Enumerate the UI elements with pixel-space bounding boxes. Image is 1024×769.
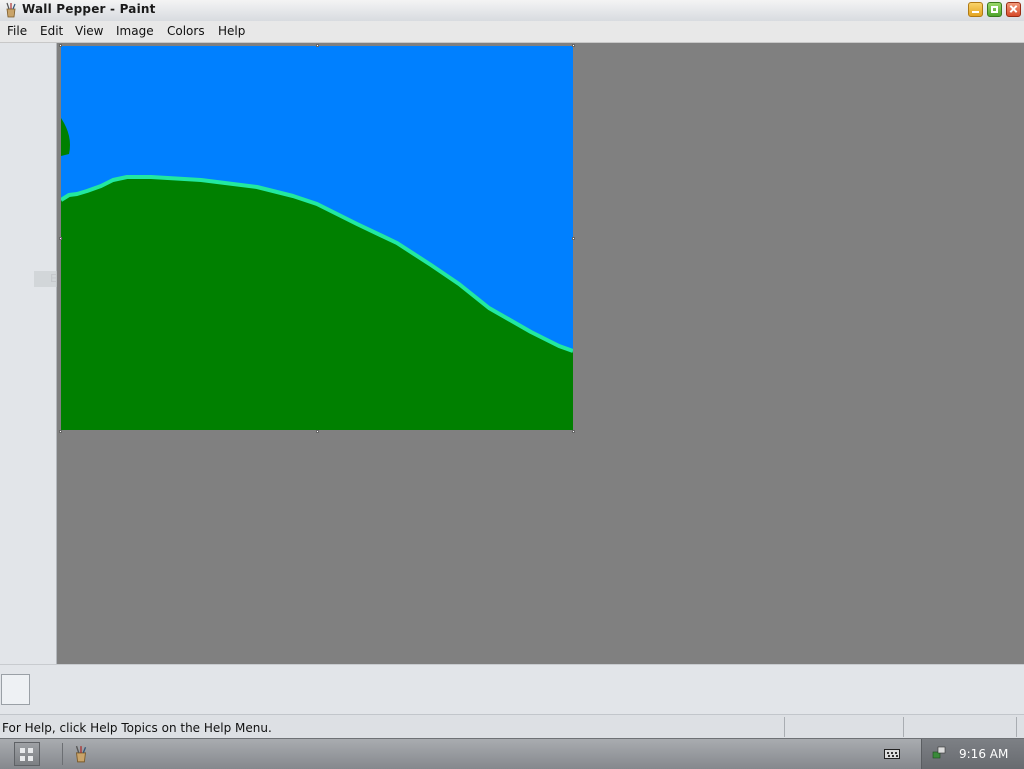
menu-bar: File Edit View Image Colors Help (0, 21, 1024, 43)
status-divider (784, 717, 785, 737)
resize-handle[interactable] (316, 430, 319, 433)
current-color-swatch[interactable] (1, 674, 30, 705)
menu-edit[interactable]: Edit (40, 24, 63, 38)
status-divider (1016, 717, 1017, 737)
system-tray: 9:16 AM (921, 739, 1024, 769)
clock[interactable]: 9:16 AM (959, 747, 1008, 761)
resize-handle[interactable] (572, 237, 575, 240)
resize-handle[interactable] (59, 237, 62, 240)
title-bar[interactable]: Wall Pepper - Paint (0, 0, 1024, 22)
start-grid-icon (20, 748, 25, 753)
status-bar: For Help, click Help Topics on the Help … (0, 714, 1024, 739)
menu-file[interactable]: File (7, 24, 27, 38)
minimize-button[interactable] (968, 2, 983, 17)
resize-handle[interactable] (572, 430, 575, 433)
minimize-icon (972, 11, 979, 13)
close-button[interactable] (1006, 2, 1021, 17)
resize-handle[interactable] (316, 44, 319, 47)
menu-help[interactable]: Help (218, 24, 245, 38)
taskbar-divider (62, 743, 63, 765)
menu-view[interactable]: View (75, 24, 103, 38)
network-icon[interactable] (932, 746, 946, 760)
taskbar: 9:16 AM (0, 738, 1024, 769)
keyboard-icon[interactable] (884, 749, 900, 759)
drawing-canvas[interactable] (61, 46, 573, 430)
start-button[interactable] (14, 742, 40, 766)
color-box (0, 664, 1024, 715)
paint-task-button[interactable] (72, 745, 90, 763)
paint-brush-cup-icon (6, 2, 16, 18)
workspace-area[interactable] (57, 43, 1024, 664)
window-title: Wall Pepper - Paint (22, 2, 156, 16)
canvas-drawing (61, 46, 573, 430)
menu-image[interactable]: Image (116, 24, 154, 38)
status-help-text: For Help, click Help Topics on the Help … (2, 721, 272, 735)
resize-handle[interactable] (59, 430, 62, 433)
resize-handle[interactable] (59, 44, 62, 47)
menu-colors[interactable]: Colors (167, 24, 205, 38)
resize-handle[interactable] (572, 44, 575, 47)
maximize-button[interactable] (987, 2, 1002, 17)
status-divider (903, 717, 904, 737)
tool-box[interactable] (0, 43, 57, 664)
maximize-icon (991, 6, 998, 13)
